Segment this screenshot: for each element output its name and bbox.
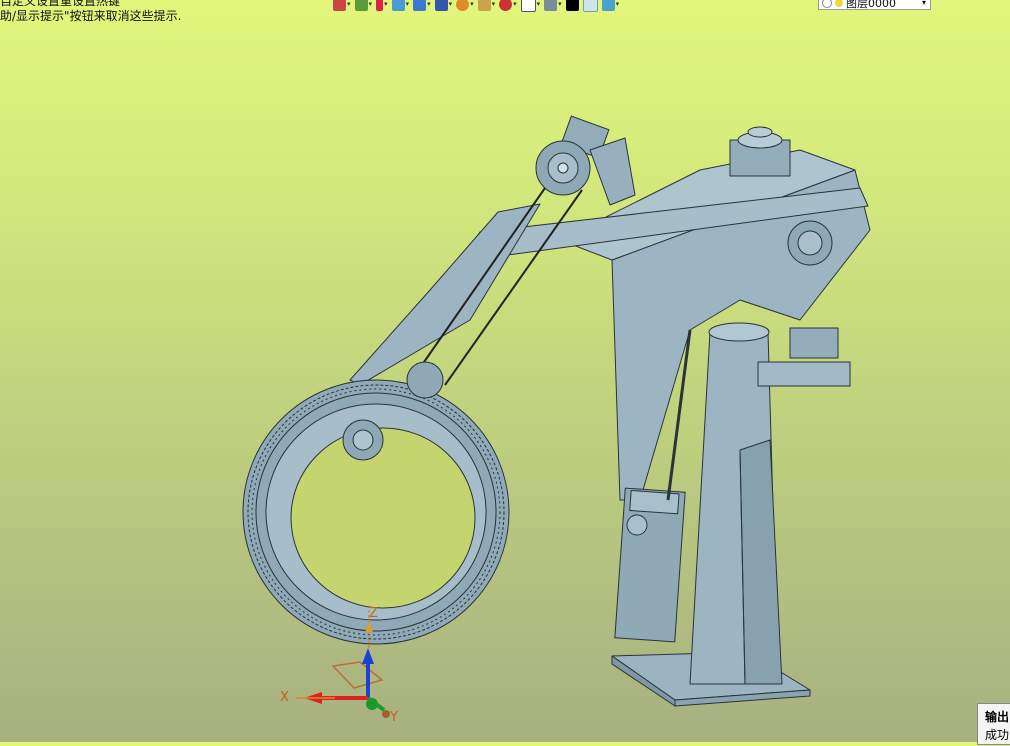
axis-label-y: Y: [390, 710, 398, 725]
axis-label-z: Z: [369, 606, 378, 621]
background-button[interactable]: [582, 0, 598, 12]
layer-select[interactable]: 图层0000 ▾: [818, 0, 931, 10]
view-toolbar: ▾ ▾ ▾ ▾ ▾ ▾ ▾ ▾ ▾ ▾ ▾ ▾: [333, 0, 619, 12]
axis-label-x: X: [280, 690, 289, 705]
color-button[interactable]: [565, 0, 579, 11]
shaded-view-button[interactable]: ▾: [391, 0, 409, 11]
visibility-button[interactable]: ▾: [601, 0, 619, 11]
layer-select-value: 图层0000: [846, 0, 896, 10]
output-panel-status: 成功: [985, 728, 1010, 742]
side-mount: [757, 361, 851, 387]
cube-shaded-icon: [391, 0, 405, 11]
note-icon: [477, 0, 491, 11]
pen-button[interactable]: ▾: [376, 0, 388, 11]
3d-viewport[interactable]: X Y Z: [0, 0, 1010, 742]
frame-icon: [520, 0, 536, 12]
frame-button[interactable]: ▾: [520, 0, 540, 12]
visibility-icon: [601, 0, 615, 11]
bulb-icon: [822, 0, 832, 8]
hint-line-2: 助/显示提示"按钮来取消这些提示.: [0, 9, 182, 23]
snap-button[interactable]: ▾: [499, 0, 517, 11]
boom-lower: [349, 203, 541, 386]
undo-icon: [333, 0, 346, 11]
chevron-down-icon: ▾: [921, 0, 926, 7]
render-icon: [456, 0, 470, 11]
background-icon: [582, 0, 598, 12]
layers-button[interactable]: ▾: [354, 0, 372, 11]
undo-button[interactable]: ▾: [333, 0, 351, 11]
wire-view-button[interactable]: ▾: [413, 0, 431, 11]
hint-line-1: 自定义设置重设置热键: [0, 0, 121, 8]
render-button[interactable]: ▾: [456, 0, 474, 11]
display-icon: [544, 0, 558, 11]
output-panel: 输出 成功: [977, 703, 1010, 745]
pen-icon: [376, 0, 384, 11]
note-button[interactable]: ▾: [477, 0, 495, 11]
tire: [242, 379, 510, 645]
output-panel-title[interactable]: 输出: [985, 708, 1010, 726]
display-button[interactable]: ▾: [544, 0, 562, 11]
color-swatch-icon: [565, 0, 579, 11]
cube-wire-icon: [413, 0, 427, 11]
layers-stack-icon: [354, 0, 368, 11]
view-orient-button[interactable]: ▾: [434, 0, 452, 11]
cube-view-icon: [434, 0, 448, 11]
snap-icon: [499, 0, 513, 11]
sun-icon: [835, 0, 843, 7]
